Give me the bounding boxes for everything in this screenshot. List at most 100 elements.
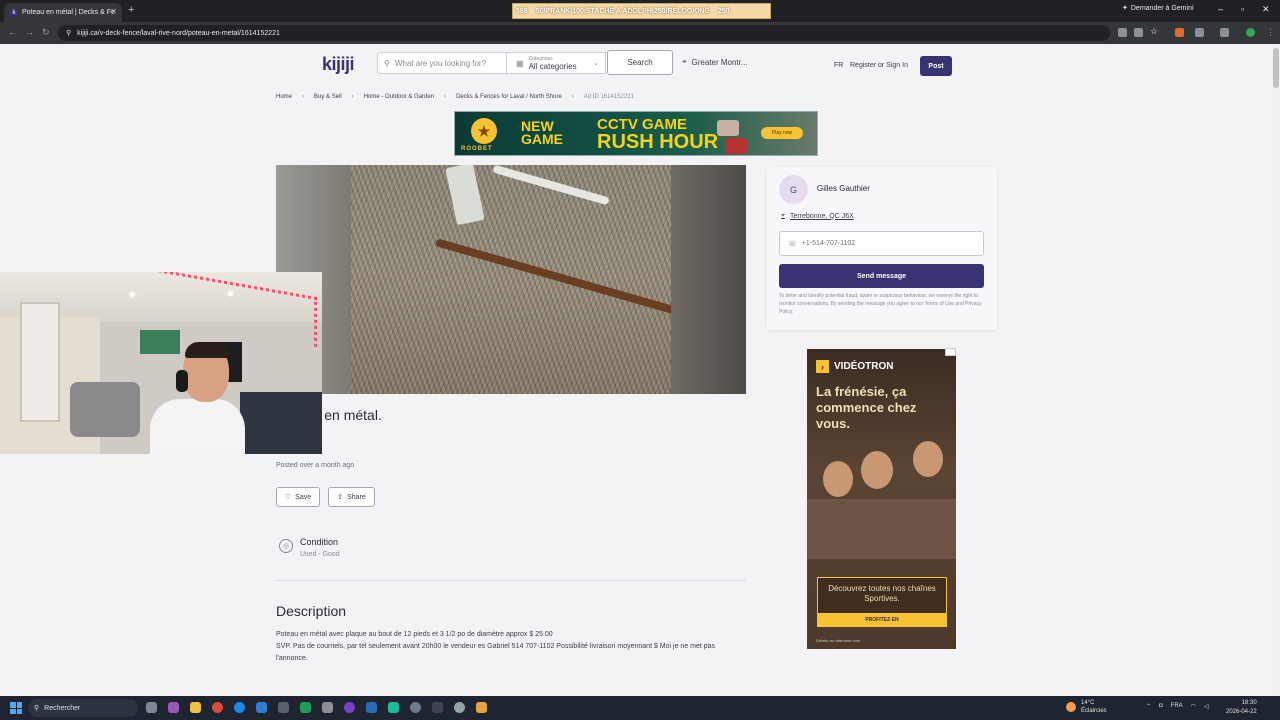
share-icon: ⇪ xyxy=(337,494,344,501)
taskbar-search[interactable]: ⚲ Rechercher xyxy=(28,699,138,717)
phone-field[interactable]: ☏ +1-514-707-1102 xyxy=(779,231,984,256)
banner-cctv: CCTV GAME xyxy=(597,116,687,133)
search-icon: ⚲ xyxy=(34,705,40,712)
seller-avatar[interactable]: G xyxy=(779,175,808,204)
register-signin-link[interactable]: Register or Sign In xyxy=(850,62,908,69)
new-tab-button[interactable]: + xyxy=(128,4,134,16)
ticker-text: 50/PRANK|100/STACHE A ADOLPH|250/RELOOKI… xyxy=(535,7,710,15)
condition-value: Used - Good xyxy=(300,551,340,558)
file-explorer-icon[interactable] xyxy=(190,702,201,713)
forward-icon[interactable]: → xyxy=(25,27,34,37)
search-button[interactable]: Search xyxy=(607,50,673,75)
breadcrumb-separator-icon: › xyxy=(571,94,574,100)
banner-play-button[interactable]: Play now xyxy=(761,127,803,139)
share-button[interactable]: ⇪ Share xyxy=(328,487,375,507)
kijiji-favicon-icon: k xyxy=(10,8,18,17)
input-language[interactable]: FRA xyxy=(1171,703,1183,710)
breadcrumb-decks-fences[interactable]: Decks & Fences for Laval / North Shore xyxy=(456,94,562,100)
posted-time: Posted over a month ago xyxy=(276,462,355,469)
edge-icon[interactable] xyxy=(234,702,245,713)
clock-time: 18:30 xyxy=(1241,700,1257,706)
kijiji-logo[interactable]: kijiji xyxy=(322,54,355,75)
category-select[interactable]: ▦ Categories All categories ⌄ xyxy=(507,52,606,74)
breadcrumb-home[interactable]: Home xyxy=(276,94,292,100)
wifi-icon[interactable]: ◠ xyxy=(1191,703,1196,710)
location-selector[interactable]: ⌖ Greater Montr... xyxy=(682,57,748,67)
site-info-icon[interactable]: ⚲ xyxy=(66,29,71,37)
white-post-image xyxy=(445,165,485,226)
people-image xyxy=(817,441,947,571)
page-scrollbar[interactable] xyxy=(1272,44,1280,696)
app-icon[interactable] xyxy=(454,702,465,713)
webcam-desk xyxy=(240,392,322,454)
breadcrumb-outdoor-garden[interactable]: Home - Outdoor & Garden xyxy=(364,94,434,100)
language-toggle[interactable]: FR xyxy=(834,62,843,69)
app-icon[interactable] xyxy=(322,702,333,713)
task-view-icon[interactable] xyxy=(146,702,157,713)
close-window-icon[interactable]: ✕ xyxy=(1262,4,1270,15)
settings-gear-icon[interactable] xyxy=(278,702,289,713)
send-message-button[interactable]: Send message xyxy=(779,264,984,288)
browser-tab[interactable]: k Poteau en métal | Decks & Fe ✕ xyxy=(4,3,122,22)
videotron-chevron-icon: › xyxy=(816,360,829,373)
seller-name[interactable]: Gilles Gauthier xyxy=(817,184,870,193)
gemini-button[interactable]: ✦ Demander à Gemini xyxy=(1122,4,1194,13)
ad-headline: La frénésie, ça commence chez vous. xyxy=(816,384,917,431)
maximize-icon[interactable]: ▫ xyxy=(1241,4,1244,14)
menu-dots-icon[interactable]: ⋮ xyxy=(1266,27,1275,38)
adchoices-icon[interactable] xyxy=(945,348,956,356)
save-button[interactable]: ♡ Save xyxy=(276,487,320,507)
seller-card: G Gilles Gauthier ⌖ Terrebonne, QC J6X ☏… xyxy=(767,167,997,330)
volume-icon[interactable]: ◁ xyxy=(1204,703,1209,710)
sidepanel-icon[interactable] xyxy=(1220,28,1229,37)
app-icon[interactable] xyxy=(256,702,267,713)
reload-icon[interactable]: ↻ xyxy=(42,27,50,38)
seller-location[interactable]: ⌖ Terrebonne, QC J6X xyxy=(781,212,854,220)
videotron-ad[interactable]: › VIDÉOTRON La frénésie, ça commence che… xyxy=(807,349,956,649)
gemini-icon: ✦ xyxy=(1122,5,1128,12)
listing-photo-gallery[interactable] xyxy=(276,165,746,394)
seller-location-text: Terrebonne, QC J6X xyxy=(789,212,854,220)
windows-start-icon[interactable] xyxy=(10,702,22,714)
steam-icon[interactable] xyxy=(366,702,377,713)
extension-icon[interactable] xyxy=(1175,28,1184,37)
tray-chevron-icon[interactable]: ⌃ xyxy=(1146,703,1151,710)
app-icon[interactable] xyxy=(476,702,487,713)
excel-icon[interactable] xyxy=(300,702,311,713)
chrome-icon[interactable] xyxy=(212,702,223,713)
breadcrumb-buy-sell[interactable]: Buy & Sell xyxy=(314,94,342,100)
bookmark-star-icon[interactable]: ☆ xyxy=(1150,26,1159,36)
banner-brand: ROOBET xyxy=(461,146,493,152)
minimize-icon[interactable]: – xyxy=(1218,4,1223,14)
app-icon[interactable] xyxy=(410,702,421,713)
app-icon[interactable] xyxy=(344,702,355,713)
streamer xyxy=(140,342,245,454)
category-value: All categories xyxy=(528,61,577,71)
car-image xyxy=(717,120,739,136)
taskbar-clock[interactable]: 18:30 2026-04-22 xyxy=(1226,699,1257,717)
app-icon[interactable] xyxy=(432,702,443,713)
scrollbar-thumb[interactable] xyxy=(1273,48,1279,88)
fraud-disclaimer: To deter and identify potential fraud, s… xyxy=(779,293,982,315)
translate-icon[interactable] xyxy=(1118,28,1127,37)
roobet-banner-ad[interactable]: ★ ROOBET NEW GAME CCTV GAME RUSH HOUR Pla… xyxy=(454,111,818,156)
close-tab-icon[interactable]: ✕ xyxy=(110,7,117,16)
back-icon[interactable]: ← xyxy=(8,27,17,37)
weather-widget[interactable]: 14°C Éclaircies xyxy=(1066,699,1107,715)
search-input[interactable]: ⚲ What are you looking for? xyxy=(377,52,507,74)
listing-photo[interactable] xyxy=(351,165,745,394)
search-placeholder: What are you looking for? xyxy=(394,58,487,68)
address-bar[interactable]: ⚲ kijiji.ca/v-deck-fence/laval-rive-nord… xyxy=(58,25,1110,41)
person-face xyxy=(913,441,943,477)
app-icon[interactable] xyxy=(168,702,179,713)
category-icon: ▦ xyxy=(516,58,524,68)
network-icon[interactable]: ◘ xyxy=(1159,703,1163,710)
extensions-puzzle-icon[interactable] xyxy=(1195,28,1204,37)
profile-avatar[interactable] xyxy=(1246,28,1255,37)
chevron-down-icon: ⌄ xyxy=(593,60,599,67)
app-icon[interactable] xyxy=(388,702,399,713)
post-ad-button[interactable]: Post xyxy=(920,56,952,76)
ad-cta-button[interactable]: PROFITEZ-EN xyxy=(817,613,947,627)
cast-icon[interactable] xyxy=(1134,28,1143,37)
streamer-webcam xyxy=(0,272,322,454)
